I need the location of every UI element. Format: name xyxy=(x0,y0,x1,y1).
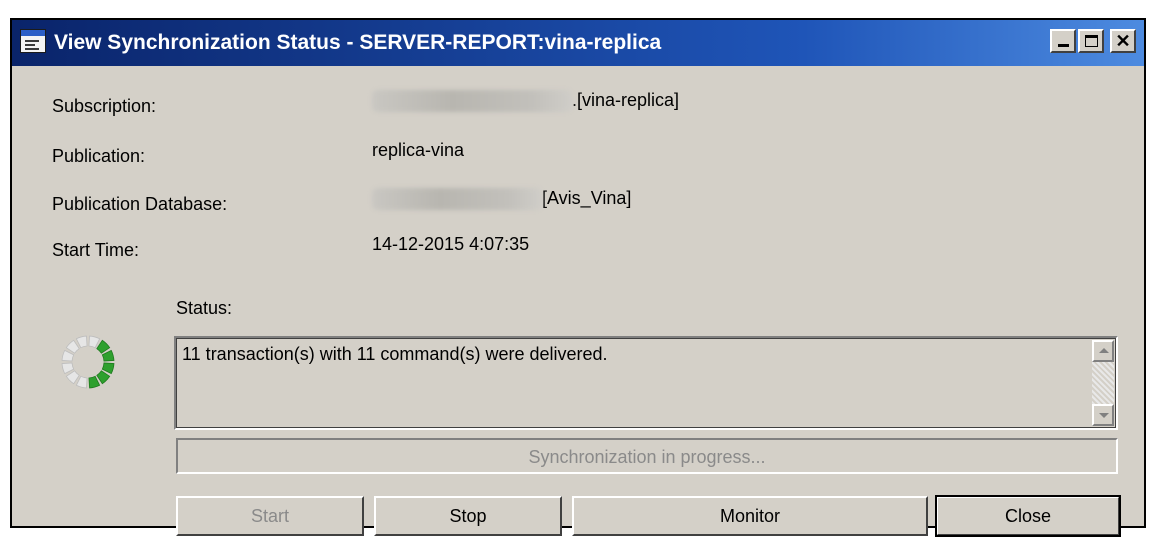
start-time-value: 14-12-2015 4:07:35 xyxy=(372,234,530,254)
status-textbox[interactable]: 11 transaction(s) with 11 command(s) wer… xyxy=(174,336,1118,430)
close-button[interactable]: Close xyxy=(935,495,1121,537)
spinner-segment xyxy=(75,375,88,389)
close-window-button[interactable]: ✕ xyxy=(1110,29,1136,53)
arrow-up-icon xyxy=(1099,348,1109,353)
start-button[interactable]: Start xyxy=(176,496,364,536)
publication-value: replica-vina xyxy=(372,140,465,160)
minimize-icon xyxy=(1058,44,1069,47)
start-time-label: Start Time: xyxy=(52,240,140,260)
redacted-blur xyxy=(372,90,572,113)
scroll-up-button[interactable] xyxy=(1092,340,1114,362)
sync-spinner-icon xyxy=(61,335,115,389)
spinner-segment xyxy=(61,349,75,362)
status-label: Status: xyxy=(176,298,233,318)
close-icon: ✕ xyxy=(1115,31,1131,51)
arrow-down-icon xyxy=(1099,413,1109,418)
publication-database-value: [Avis_Vina] xyxy=(372,188,632,211)
publication-database-label: Publication Database: xyxy=(52,194,228,214)
spinner-segment xyxy=(61,362,75,375)
progress-text: Synchronization in progress... xyxy=(528,447,766,467)
monitor-button[interactable]: Monitor xyxy=(572,496,928,536)
stop-button[interactable]: Stop xyxy=(374,496,562,536)
spinner-segment xyxy=(88,335,101,349)
minimize-button[interactable] xyxy=(1050,29,1076,53)
window-title: View Synchronization Status - SERVER-REP… xyxy=(54,31,662,54)
spinner-segment xyxy=(101,362,115,375)
sync-progress-bar: Synchronization in progress... xyxy=(176,438,1118,474)
status-message: 11 transaction(s) with 11 command(s) wer… xyxy=(182,344,608,364)
title-bar: View Synchronization Status - SERVER-REP… xyxy=(12,20,1144,66)
spinner-segment xyxy=(65,339,80,354)
redacted-blur xyxy=(372,188,542,211)
spinner-segment xyxy=(65,370,80,385)
spinner-segment xyxy=(96,339,111,354)
subscription-value: .[vina-replica] xyxy=(372,90,680,113)
status-scrollbar[interactable] xyxy=(1092,340,1114,426)
spinner-segment xyxy=(101,349,115,362)
spinner-segment xyxy=(96,370,111,385)
dialog-window: View Synchronization Status - SERVER-REP… xyxy=(10,18,1146,537)
subscription-label: Subscription: xyxy=(52,96,157,116)
maximize-button[interactable] xyxy=(1078,29,1104,53)
subscription-value-text: .[vina-replica] xyxy=(572,90,680,110)
spinner-segment xyxy=(75,335,88,349)
spinner-segment xyxy=(88,375,101,389)
scroll-down-button[interactable] xyxy=(1092,404,1114,426)
publication-label: Publication: xyxy=(52,146,146,166)
maximize-icon xyxy=(1085,35,1098,47)
app-icon xyxy=(20,29,46,53)
publication-database-value-text: [Avis_Vina] xyxy=(542,188,632,208)
